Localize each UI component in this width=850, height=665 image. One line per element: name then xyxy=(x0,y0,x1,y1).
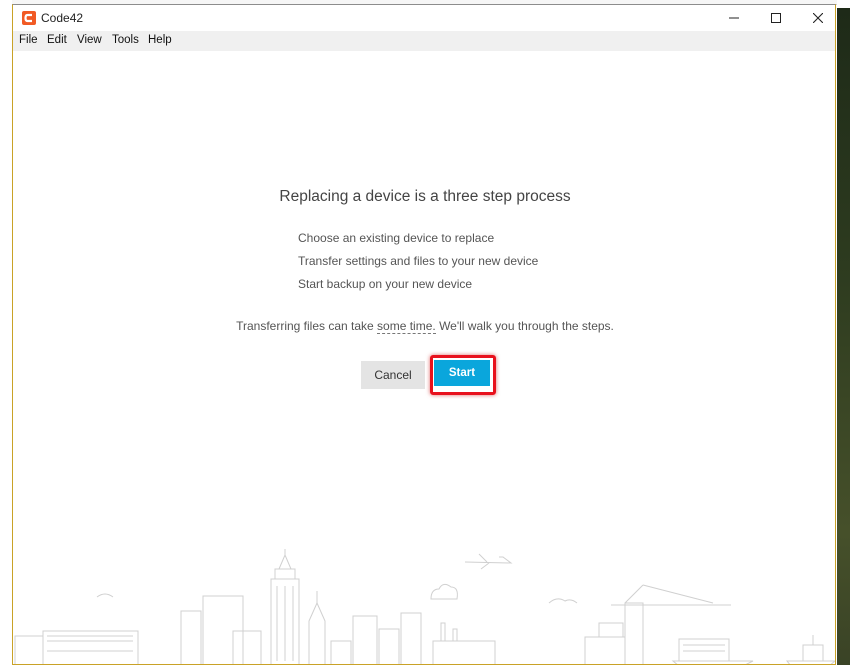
maximize-button[interactable] xyxy=(755,5,797,31)
step-item: Choose an existing device to replace xyxy=(298,231,495,245)
minimize-button[interactable] xyxy=(713,5,755,31)
minimize-icon xyxy=(729,17,739,19)
menu-help[interactable]: Help xyxy=(148,34,172,46)
step-item: Start backup on your new device xyxy=(298,277,473,291)
close-icon xyxy=(813,13,823,23)
page-title: Replacing a device is a three step proce… xyxy=(279,188,571,205)
step-item: Transfer settings and files to your new … xyxy=(298,254,539,268)
title-bar[interactable]: Code42 xyxy=(13,5,835,31)
note-text-after: We'll walk you through the steps. xyxy=(435,319,614,333)
menu-file[interactable]: File xyxy=(19,34,38,46)
app-window: Code42 File Edit View Tools Help Replaci… xyxy=(12,4,836,665)
menu-tools[interactable]: Tools xyxy=(112,34,139,46)
window-title: Code42 xyxy=(41,11,84,25)
menu-edit[interactable]: Edit xyxy=(47,34,67,46)
desktop-background-left xyxy=(0,0,12,665)
code42-logo-icon xyxy=(22,11,36,25)
close-button[interactable] xyxy=(797,5,839,31)
some-time-tooltip-link[interactable]: some time. xyxy=(377,319,436,334)
menu-view[interactable]: View xyxy=(77,34,102,46)
cancel-button[interactable]: Cancel xyxy=(361,361,425,389)
info-note: Transferring files can take some time. W… xyxy=(13,319,835,334)
menu-bar: File Edit View Tools Help xyxy=(13,31,835,51)
maximize-icon xyxy=(771,13,781,23)
note-text-before: Transferring files can take xyxy=(236,319,378,333)
city-skyline-illustration xyxy=(14,549,835,664)
replace-device-panel: Replacing a device is a three step proce… xyxy=(13,51,835,664)
start-button[interactable]: Start xyxy=(434,360,490,386)
desktop-background-right xyxy=(837,0,850,665)
